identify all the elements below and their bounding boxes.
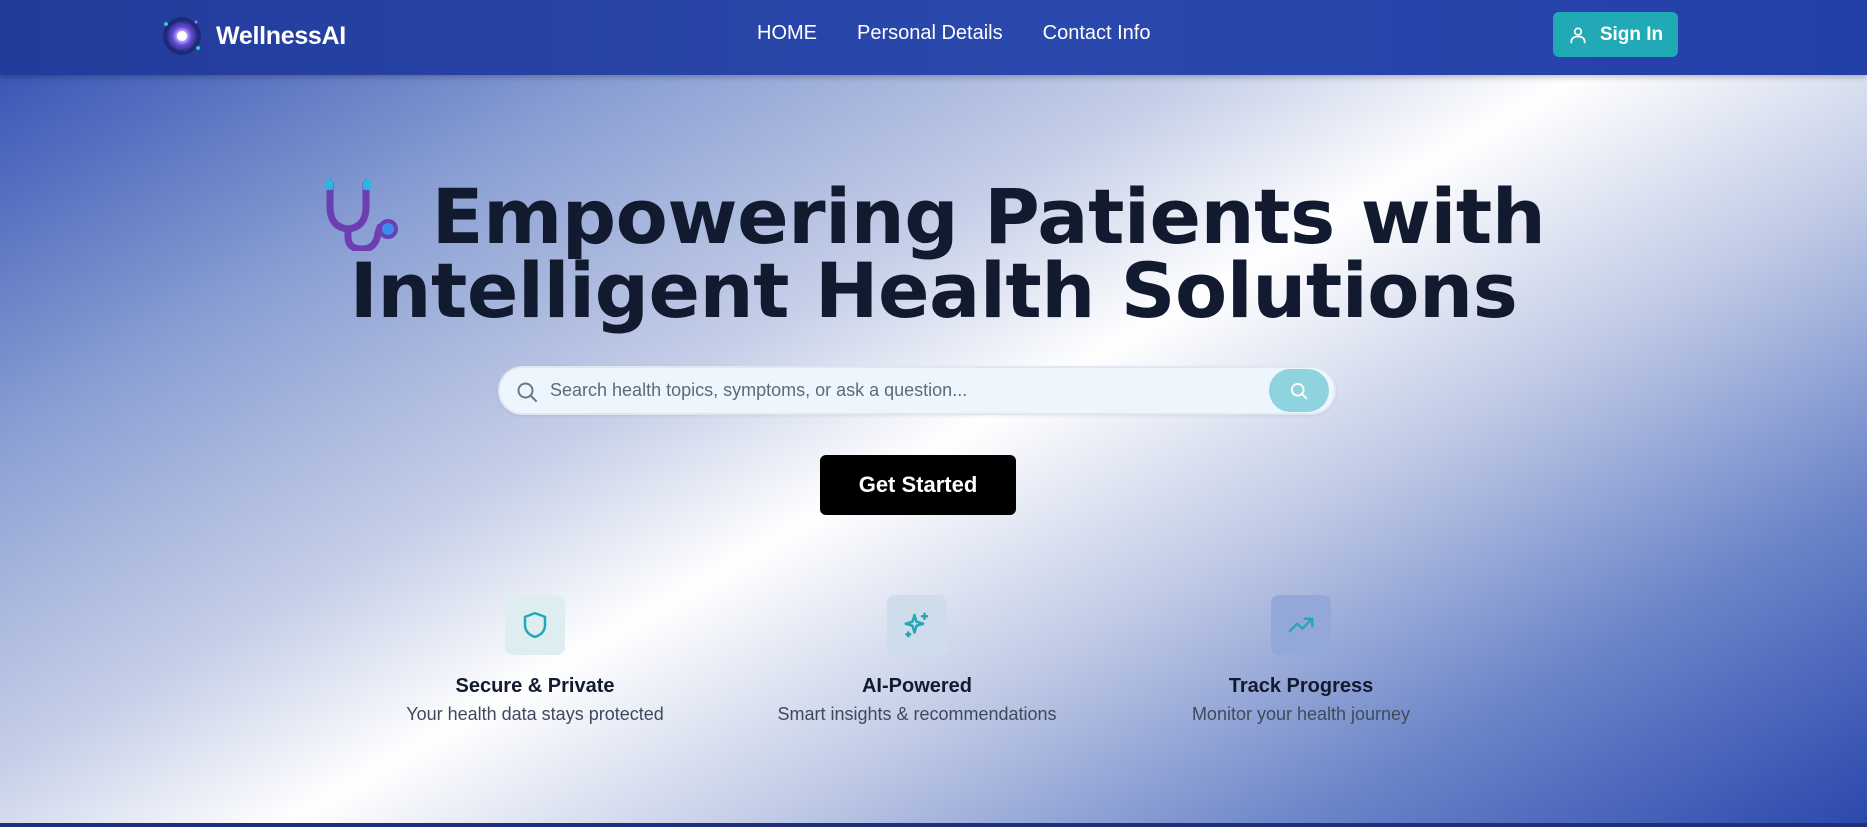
nav-contact-info[interactable]: Contact Info <box>1043 22 1151 45</box>
feature-description: Smart insights & recommendations <box>777 704 1057 724</box>
nav-personal-details[interactable]: Personal Details <box>857 22 1003 45</box>
sign-in-label: Sign In <box>1599 23 1664 45</box>
search-bar <box>498 366 1336 415</box>
feature-description: Monitor your health journey <box>1191 704 1411 724</box>
trending-up-icon <box>1288 617 1314 633</box>
brand[interactable]: WellnessAI <box>160 14 346 58</box>
headline-line-2: Intelligent Health Solutions <box>349 246 1518 335</box>
feature-title: Secure & Private <box>455 675 615 697</box>
sparkles-icon <box>904 612 929 638</box>
feature-ai-powered: AI-Powered Smart insights & recommendati… <box>752 595 1082 725</box>
hero-headline: Empowering Patients with Intelligent Hea… <box>300 179 1567 335</box>
search-input[interactable] <box>550 368 1250 413</box>
feature-track-progress: Track Progress Monitor your health journ… <box>1136 595 1466 725</box>
orb-logo-icon <box>163 17 201 55</box>
feature-icon-tile <box>887 595 947 655</box>
search-icon <box>1291 382 1308 399</box>
headline-line-1: Empowering Patients with <box>300 179 1567 255</box>
user-icon <box>1570 27 1586 43</box>
feature-title: AI-Powered <box>861 675 973 697</box>
sign-in-button[interactable]: Sign In <box>1553 12 1678 57</box>
get-started-button[interactable]: Get Started <box>820 455 1016 515</box>
feature-icon-tile <box>505 595 565 655</box>
bottom-border <box>0 823 1867 827</box>
feature-description: Your health data stays protected <box>406 704 664 724</box>
feature-title: Track Progress <box>1228 675 1374 697</box>
brand-name: WellnessAI <box>216 21 346 50</box>
search-submit-button[interactable] <box>1269 369 1329 412</box>
search-icon <box>517 382 537 402</box>
feature-icon-tile <box>1271 595 1331 655</box>
nav-home[interactable]: HOME <box>757 22 817 45</box>
navbar: WellnessAI HOME Personal Details Contact… <box>0 0 1867 75</box>
feature-secure-private: Secure & Private Your health data stays … <box>370 595 700 725</box>
shield-icon <box>523 611 547 639</box>
stethoscope-icon <box>324 179 398 251</box>
main-nav: HOME Personal Details Contact Info <box>757 22 1150 45</box>
